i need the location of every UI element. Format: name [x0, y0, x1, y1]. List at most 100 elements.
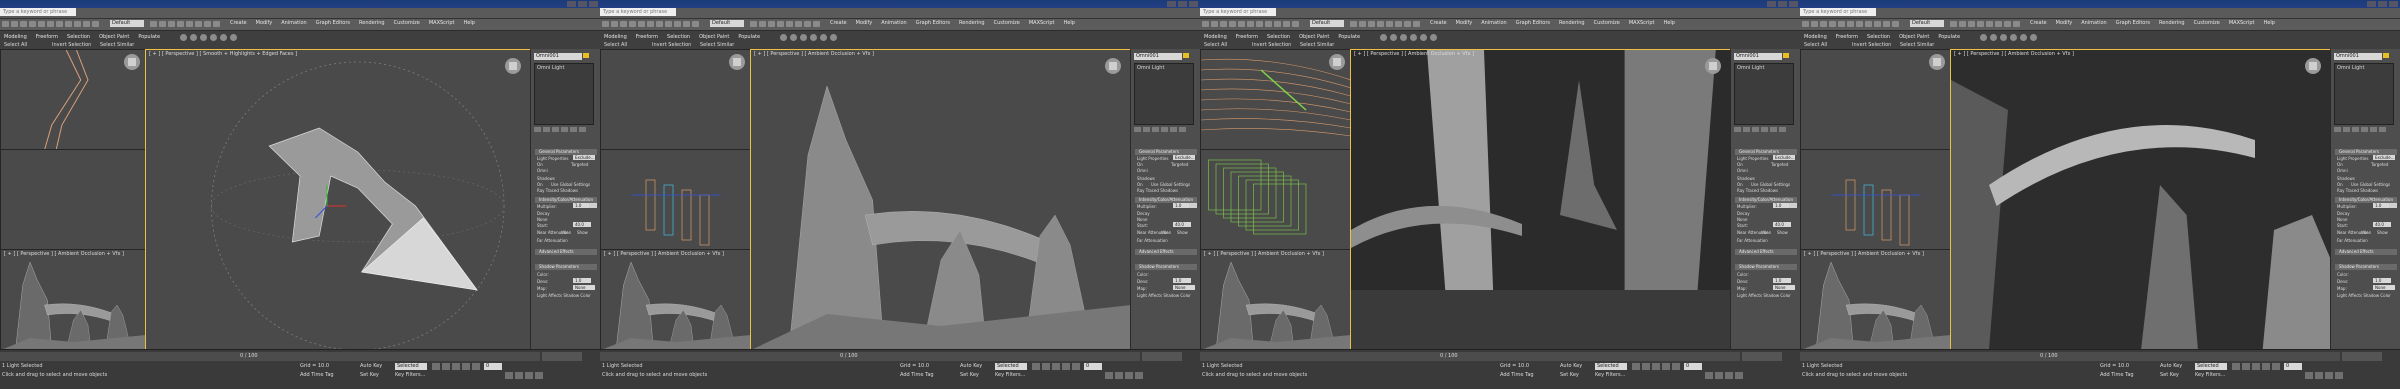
current-frame-field[interactable]: 0 — [1684, 363, 1702, 370]
play-icon[interactable] — [1052, 363, 1060, 370]
ribbon-tab-modeling[interactable]: Modeling — [1804, 33, 1827, 42]
menu-item-rendering[interactable]: Rendering — [959, 19, 985, 28]
minimize-button[interactable] — [567, 1, 576, 7]
ribbon-tool-icon[interactable] — [800, 34, 807, 41]
rotate-icon[interactable] — [83, 21, 90, 27]
modifier-stack-list[interactable]: Omni Light — [534, 63, 594, 125]
key-filters-button[interactable]: Key Filters... — [995, 372, 1025, 378]
stack-tool-icon[interactable] — [1761, 127, 1768, 132]
view-cube-icon[interactable] — [505, 58, 521, 74]
view-cube-icon[interactable] — [1105, 58, 1121, 74]
link-icon[interactable] — [1847, 21, 1854, 27]
shadow-density-field[interactable]: 1.0 — [2373, 278, 2391, 283]
light-type-select[interactable]: Omni — [537, 168, 548, 173]
undo-icon[interactable] — [1229, 21, 1236, 27]
ribbon-tab-freeform[interactable]: Freeform — [1236, 33, 1258, 42]
menu-item-help[interactable]: Help — [2264, 19, 2275, 28]
ribbon-tool-icon[interactable] — [820, 34, 827, 41]
close-button[interactable] — [1189, 1, 1198, 7]
decay-start-field[interactable]: 40.0 — [1173, 222, 1191, 227]
maximize-viewport-icon[interactable] — [1135, 372, 1143, 379]
object-color-swatch[interactable] — [583, 53, 589, 58]
mirror-icon[interactable] — [1950, 21, 1957, 27]
go-to-start-icon[interactable] — [432, 363, 440, 370]
object-name-field[interactable]: Omni001 — [1134, 53, 1182, 60]
go-to-end-icon[interactable] — [1672, 363, 1680, 370]
render-setup-icon[interactable] — [1395, 21, 1402, 27]
use-near-checkbox[interactable]: Use — [1161, 230, 1168, 235]
light-on-checkbox[interactable]: On — [1137, 162, 1143, 167]
menu-item-maxscript[interactable]: MAXScript — [1629, 19, 1655, 28]
unlink-icon[interactable] — [1256, 21, 1263, 27]
workspace-select[interactable]: Default — [1310, 20, 1344, 27]
viewport-middle[interactable] — [0, 149, 147, 251]
show-near-checkbox[interactable]: Show — [1777, 230, 1788, 235]
modifier-stack-list[interactable]: Omni Light — [1134, 63, 1194, 125]
light-affects-shadow-checkbox[interactable]: Light Affects Shadow Color — [1137, 293, 1191, 298]
stack-tool-icon[interactable] — [1170, 127, 1177, 132]
ribbon-tab-populate[interactable]: Populate — [738, 33, 760, 42]
ribbon-tab-modeling[interactable]: Modeling — [1204, 33, 1227, 42]
shadow-type-select[interactable]: Ray Traced Shadows — [1137, 188, 1178, 193]
current-frame-field[interactable]: 0 — [484, 363, 502, 370]
stack-tool-icon[interactable] — [552, 127, 559, 132]
menu-item-animation[interactable]: Animation — [2081, 19, 2107, 28]
minimize-button[interactable] — [1167, 1, 1176, 7]
ribbon-cmd-invert-selection[interactable]: Invert Selection — [652, 42, 691, 48]
stack-tool-icon[interactable] — [2370, 127, 2377, 132]
search-input[interactable]: Type a keyword or phrase — [1800, 8, 1876, 16]
decay-start-field[interactable]: 40.0 — [1773, 222, 1791, 227]
menu-item-create[interactable]: Create — [830, 19, 847, 28]
menu-item-graph-editors[interactable]: Graph Editors — [2116, 19, 2150, 28]
menu-item-animation[interactable]: Animation — [881, 19, 907, 28]
new-file-icon[interactable] — [1202, 21, 1209, 27]
bind-spacewarp-icon[interactable] — [1865, 21, 1872, 27]
previous-frame-icon[interactable] — [2242, 363, 2250, 370]
stack-tool-icon[interactable] — [1770, 127, 1777, 132]
view-cube-icon[interactable] — [729, 54, 745, 70]
pan-icon[interactable] — [515, 372, 523, 379]
object-color-swatch[interactable] — [2383, 53, 2389, 58]
shadow-map-button[interactable]: None — [1173, 285, 1195, 290]
layer-icon[interactable] — [168, 21, 175, 27]
bind-spacewarp-icon[interactable] — [665, 21, 672, 27]
ribbon-tab-freeform[interactable]: Freeform — [36, 33, 58, 42]
exclude-button[interactable]: Exclude... — [2373, 155, 2395, 160]
play-icon[interactable] — [2252, 363, 2260, 370]
modifier-stack-item[interactable]: Omni Light — [537, 65, 564, 71]
ribbon-tool-icon[interactable] — [190, 34, 197, 41]
light-type-select[interactable]: Omni — [2337, 168, 2348, 173]
close-button[interactable] — [589, 1, 598, 7]
open-file-icon[interactable] — [1811, 21, 1818, 27]
viewport-bottom[interactable]: [ + ] [ Perspective ] [ Ambient Occlusio… — [1800, 249, 1952, 351]
previous-frame-icon[interactable] — [1642, 363, 1650, 370]
link-icon[interactable] — [1247, 21, 1254, 27]
menu-item-animation[interactable]: Animation — [1481, 19, 1507, 28]
material-editor-icon[interactable] — [1986, 21, 1993, 27]
ribbon-cmd-select-all[interactable]: Select All — [4, 42, 27, 48]
material-editor-icon[interactable] — [1386, 21, 1393, 27]
unlink-icon[interactable] — [1856, 21, 1863, 27]
stack-tool-icon[interactable] — [2334, 127, 2341, 132]
align-icon[interactable] — [1359, 21, 1366, 27]
mirror-icon[interactable] — [1350, 21, 1357, 27]
go-to-end-icon[interactable] — [2272, 363, 2280, 370]
zoom-icon[interactable] — [1705, 372, 1713, 379]
shadow-density-field[interactable]: 1.0 — [1773, 278, 1791, 283]
view-cube-icon[interactable] — [1705, 58, 1721, 74]
stack-tool-icon[interactable] — [579, 127, 586, 132]
scale-icon[interactable] — [692, 21, 699, 27]
menu-item-create[interactable]: Create — [1430, 19, 1447, 28]
save-icon[interactable] — [620, 21, 627, 27]
targeted-checkbox[interactable]: Targeted — [571, 162, 588, 167]
open-file-icon[interactable] — [11, 21, 18, 27]
set-key-button[interactable]: Set Key — [960, 372, 979, 378]
redo-icon[interactable] — [638, 21, 645, 27]
auto-key-button[interactable]: Auto Key — [360, 363, 382, 369]
next-frame-icon[interactable] — [2262, 363, 2270, 370]
rotate-icon[interactable] — [1883, 21, 1890, 27]
modifier-stack-list[interactable]: Omni Light — [1734, 63, 1794, 125]
ribbon-tab-selection[interactable]: Selection — [67, 33, 90, 42]
menu-item-rendering[interactable]: Rendering — [1559, 19, 1585, 28]
ribbon-tool-icon[interactable] — [790, 34, 797, 41]
